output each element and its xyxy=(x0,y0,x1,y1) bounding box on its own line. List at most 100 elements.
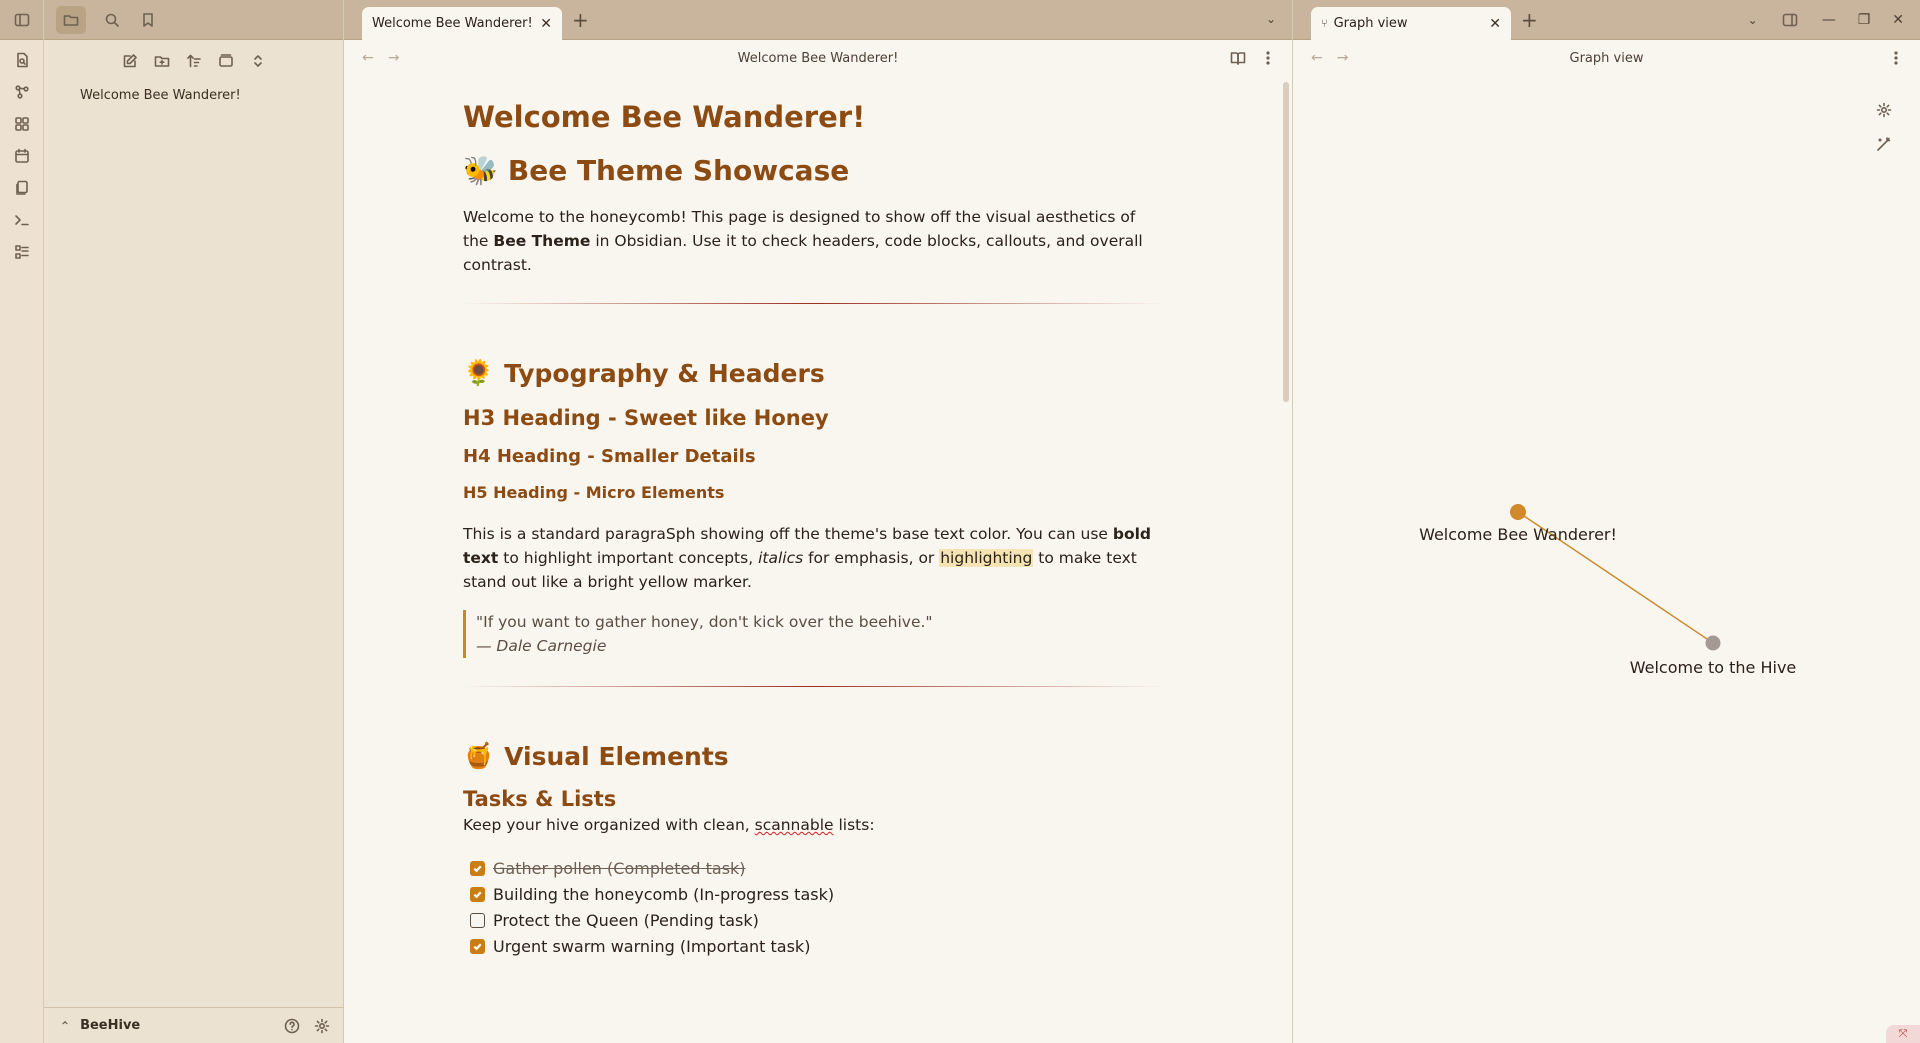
graph-tab-bar: ⑂ Graph view ✕ + ⌄ — ❐ ✕ xyxy=(1293,0,1920,40)
tasks-intro: Keep your hive organized with clean, sca… xyxy=(463,813,1163,837)
vault-switcher[interactable]: ⌃ BeeHive xyxy=(44,1007,344,1043)
sidebar-tabs xyxy=(44,0,343,40)
ribbon-top xyxy=(0,0,43,40)
sort-icon[interactable] xyxy=(184,51,204,71)
close-tab-icon[interactable]: ✕ xyxy=(540,16,552,32)
divider xyxy=(463,303,1163,304)
canvas-icon[interactable] xyxy=(12,114,32,134)
search-icon[interactable] xyxy=(102,10,122,30)
sync-status-icon[interactable]: ⤧ xyxy=(1886,1025,1920,1043)
graph-node-label: Welcome Bee Wanderer! xyxy=(1419,525,1617,544)
heading-typography: 🌻 Typography & Headers xyxy=(463,358,1163,388)
misspelled-word: scannable xyxy=(754,816,834,834)
bee-emoji: 🐝 xyxy=(463,154,498,187)
view-header: ← → Welcome Bee Wanderer! xyxy=(344,40,1292,76)
blockquote: "If you want to gather honey, don't kick… xyxy=(463,610,1163,658)
heading-text: Typography & Headers xyxy=(504,358,825,388)
more-options-icon[interactable] xyxy=(1886,48,1906,68)
open-quick-switcher-icon[interactable] xyxy=(12,50,32,70)
toggle-sidebar-icon[interactable] xyxy=(12,10,32,30)
text: This is a standard paragraSph showing of… xyxy=(463,525,1113,543)
scrollbar[interactable] xyxy=(1283,82,1289,402)
heading-visual-elements: 🍯 Visual Elements xyxy=(463,741,1163,771)
note-content[interactable]: Welcome Bee Wanderer! 🐝 Bee Theme Showca… xyxy=(463,100,1163,959)
collapse-all-icon[interactable] xyxy=(248,51,268,71)
vault-name: BeeHive xyxy=(80,1018,141,1033)
more-options-icon[interactable] xyxy=(1258,48,1278,68)
tab-label: Welcome Bee Wanderer! xyxy=(372,16,533,31)
task-checkbox[interactable] xyxy=(470,886,485,902)
editor-pane: Welcome Bee Wanderer! ✕ + ⌄ ← → Welcome … xyxy=(344,0,1293,1043)
graph-canvas[interactable]: Welcome Bee Wanderer! Welcome to the Hiv… xyxy=(1293,76,1920,1036)
task-text: Urgent swarm warning (Important task) xyxy=(493,936,811,956)
graph-node[interactable] xyxy=(1705,635,1721,651)
templates-icon[interactable] xyxy=(12,178,32,198)
new-note-icon[interactable] xyxy=(120,51,140,71)
highlighted-text: highlighting xyxy=(939,549,1034,567)
close-window-icon[interactable]: ✕ xyxy=(1892,12,1904,28)
settings-icon[interactable] xyxy=(312,1016,332,1036)
view-title: Graph view xyxy=(1569,50,1644,66)
view-actions xyxy=(1886,48,1906,68)
tab-list-chevron-icon[interactable]: ⌄ xyxy=(1266,12,1276,26)
restore-icon[interactable]: ❐ xyxy=(1858,12,1871,28)
honey-pot-emoji: 🍯 xyxy=(463,741,495,770)
text: for emphasis, or xyxy=(803,549,940,567)
task-item: Protect the Queen (Pending task) xyxy=(463,907,1163,933)
graph-view-header: ← → Graph view xyxy=(1293,40,1920,76)
heading-h3: H3 Heading - Sweet like Honey xyxy=(463,406,829,430)
file-item[interactable]: Welcome Bee Wanderer! xyxy=(44,82,343,103)
checklist-icon[interactable] xyxy=(12,242,32,262)
new-tab-icon[interactable]: + xyxy=(572,10,589,30)
intro-paragraph: Welcome to the honeycomb! This page is d… xyxy=(463,205,1163,277)
new-tab-icon[interactable]: + xyxy=(1521,10,1538,30)
tab-list-chevron-icon[interactable]: ⌄ xyxy=(1748,13,1758,27)
sunflower-emoji: 🌻 xyxy=(463,358,495,387)
graph-tab-icon: ⑂ xyxy=(1321,17,1328,30)
text: lists: xyxy=(833,816,875,834)
note-title: Welcome Bee Wanderer! xyxy=(463,100,866,134)
terminal-icon[interactable] xyxy=(12,210,32,230)
task-text: Gather pollen (Completed task) xyxy=(493,858,746,878)
minimize-icon[interactable]: — xyxy=(1822,12,1836,28)
quote-text: "If you want to gather honey, don't kick… xyxy=(476,613,933,631)
view-actions xyxy=(1228,48,1278,68)
text: Keep your hive organized with clean, xyxy=(463,816,755,834)
tab-graph-view[interactable]: ⑂ Graph view ✕ xyxy=(1311,7,1511,40)
task-text: Protect the Queen (Pending task) xyxy=(493,910,759,930)
heading-h5: H5 Heading - Micro Elements xyxy=(463,483,725,502)
auto-reveal-icon[interactable] xyxy=(216,51,236,71)
tab-welcome-bee-wanderer[interactable]: Welcome Bee Wanderer! ✕ xyxy=(362,7,562,40)
calendar-icon[interactable] xyxy=(12,146,32,166)
heading-text: Visual Elements xyxy=(504,741,729,771)
bookmark-icon[interactable] xyxy=(138,10,158,30)
task-item: Building the honeycomb (In-progress task… xyxy=(463,881,1163,907)
toggle-right-sidebar-icon[interactable] xyxy=(1780,10,1800,30)
chevron-updown-icon: ⌃ xyxy=(60,1018,71,1033)
graph-pane: ⑂ Graph view ✕ + ⌄ — ❐ ✕ ← → Graph view … xyxy=(1293,0,1920,1043)
graph-node-label: Welcome to the Hive xyxy=(1630,658,1797,677)
tab-label: Graph view xyxy=(1333,16,1408,31)
heading-bee-theme-showcase: 🐝 Bee Theme Showcase xyxy=(463,154,1163,187)
task-checkbox[interactable] xyxy=(470,938,485,954)
close-tab-icon[interactable]: ✕ xyxy=(1489,16,1501,32)
folder-icon xyxy=(61,10,81,30)
heading-h4: H4 Heading - Smaller Details xyxy=(463,446,756,467)
reading-view-icon[interactable] xyxy=(1228,48,1248,68)
new-folder-icon[interactable] xyxy=(152,51,172,71)
view-title: Welcome Bee Wanderer! xyxy=(737,50,899,66)
italic-text: italics xyxy=(758,549,804,567)
file-explorer-sidebar: Welcome Bee Wanderer! ⌃ BeeHive xyxy=(44,0,344,1043)
text: to highlight important concepts, xyxy=(498,549,759,567)
help-icon[interactable] xyxy=(282,1016,302,1036)
task-checkbox[interactable] xyxy=(470,912,485,928)
editor-tab-bar: Welcome Bee Wanderer! ✕ + ⌄ xyxy=(344,0,1292,40)
styled-paragraph: This is a standard paragraSph showing of… xyxy=(463,522,1163,594)
graph-view-icon[interactable] xyxy=(12,82,32,102)
task-checkbox[interactable] xyxy=(470,860,485,876)
task-item: Gather pollen (Completed task) xyxy=(463,855,1163,881)
heading-text: Bee Theme Showcase xyxy=(507,154,850,187)
file-explorer-tab[interactable] xyxy=(56,5,86,34)
divider xyxy=(463,686,1163,687)
graph-node[interactable] xyxy=(1510,504,1526,520)
